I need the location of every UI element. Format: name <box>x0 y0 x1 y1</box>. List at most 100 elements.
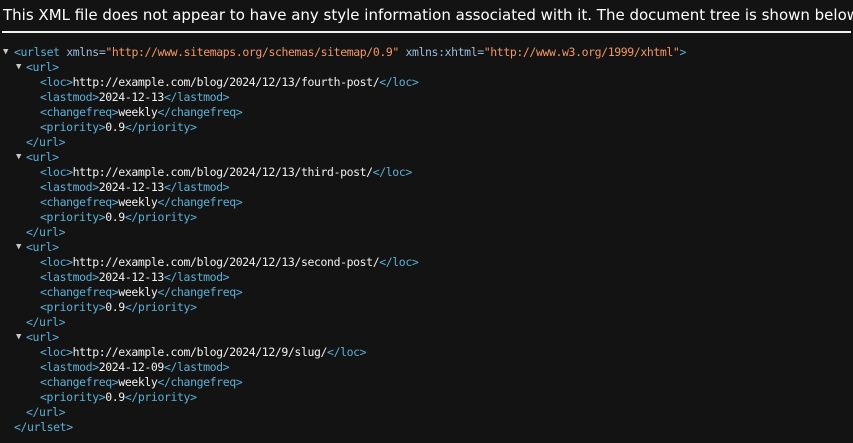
url-entries: ▼ <url> <loc>http://example.com/blog/2024… <box>0 60 853 420</box>
url-open-tag: <url> <box>26 330 59 344</box>
lastmod-value: 2024-12-13 <box>98 270 165 284</box>
changefreq-close-tag: </changefreq> <box>157 285 243 299</box>
collapse-toggle-icon[interactable]: ▼ <box>16 60 26 75</box>
loc-value: http://example.com/blog/2024/12/13/third… <box>72 165 373 179</box>
url-close-line: </url> <box>0 315 853 330</box>
loc-close-tag: </loc> <box>379 75 419 89</box>
loc-open-tag: <loc> <box>40 255 73 269</box>
changefreq-open-tag: <changefreq> <box>40 375 119 389</box>
url-close-tag: </url> <box>26 225 66 239</box>
changefreq-line: <changefreq>weekly</changefreq> <box>0 105 853 120</box>
priority-value: 0.9 <box>105 390 125 404</box>
url-open-tag: <url> <box>26 150 59 164</box>
url-entry: ▼ <url> <loc>http://example.com/blog/2024… <box>0 240 853 330</box>
url-open-line: ▼ <url> <box>0 330 853 345</box>
lastmod-value: 2024-12-09 <box>98 360 165 374</box>
priority-line: <priority>0.9</priority> <box>0 390 853 405</box>
url-entry: ▼ <url> <loc>http://example.com/blog/2024… <box>0 330 853 420</box>
xmlns-xhtml-attr-name: xmlns:xhtml= <box>405 45 484 59</box>
loc-value: http://example.com/blog/2024/12/9/slug/ <box>72 345 328 359</box>
priority-open-tag: <priority> <box>40 120 106 134</box>
changefreq-close-tag: </changefreq> <box>157 105 243 119</box>
changefreq-value: weekly <box>118 195 158 209</box>
changefreq-value: weekly <box>118 375 158 389</box>
loc-open-tag: <loc> <box>40 345 73 359</box>
collapse-toggle-icon[interactable]: ▼ <box>16 240 26 255</box>
url-entry: ▼ <url> <loc>http://example.com/blog/2024… <box>0 150 853 240</box>
collapse-toggle-icon[interactable]: ▼ <box>3 45 13 60</box>
loc-line: <loc>http://example.com/blog/2024/12/9/s… <box>0 345 853 360</box>
changefreq-close-tag: </changefreq> <box>157 195 243 209</box>
priority-close-tag: </priority> <box>124 390 197 404</box>
url-open-line: ▼ <url> <box>0 60 853 75</box>
url-close-tag: </url> <box>26 135 66 149</box>
priority-value: 0.9 <box>105 300 125 314</box>
lastmod-line: <lastmod>2024-12-13</lastmod> <box>0 90 853 105</box>
priority-line: <priority>0.9</priority> <box>0 120 853 135</box>
url-open-tag: <url> <box>26 240 59 254</box>
priority-close-tag: </priority> <box>124 210 197 224</box>
changefreq-open-tag: <changefreq> <box>40 285 119 299</box>
lastmod-close-tag: </lastmod> <box>163 270 230 284</box>
changefreq-value: weekly <box>118 105 158 119</box>
url-open-tag: <url> <box>26 60 59 74</box>
lastmod-line: <lastmod>2024-12-09</lastmod> <box>0 360 853 375</box>
lastmod-open-tag: <lastmod> <box>40 270 99 284</box>
lastmod-close-tag: </lastmod> <box>163 360 230 374</box>
priority-line: <priority>0.9</priority> <box>0 300 853 315</box>
urlset-open-line: ▼ <urlset xmlns="http://www.sitemaps.org/… <box>0 45 853 60</box>
changefreq-open-tag: <changefreq> <box>40 105 119 119</box>
priority-open-tag: <priority> <box>40 210 106 224</box>
changefreq-line: <changefreq>weekly</changefreq> <box>0 375 853 390</box>
loc-close-tag: </loc> <box>379 255 419 269</box>
xml-document-tree: ▼ <urlset xmlns="http://www.sitemaps.org/… <box>0 45 853 435</box>
urlset-open-tag: <urlset <box>14 45 60 59</box>
url-close-line: </url> <box>0 405 853 420</box>
loc-line: <loc>http://example.com/blog/2024/12/13/… <box>0 75 853 90</box>
xml-style-notice: This XML file does not appear to have an… <box>3 6 853 24</box>
priority-close-tag: </priority> <box>124 300 197 314</box>
lastmod-open-tag: <lastmod> <box>40 180 99 194</box>
xmlns-attr-value: "http://www.sitemaps.org/schemas/sitemap… <box>105 45 399 59</box>
lastmod-value: 2024-12-13 <box>98 180 165 194</box>
url-entry: ▼ <url> <loc>http://example.com/blog/2024… <box>0 60 853 150</box>
lastmod-line: <lastmod>2024-12-13</lastmod> <box>0 270 853 285</box>
lastmod-open-tag: <lastmod> <box>40 360 99 374</box>
loc-close-tag: </loc> <box>327 345 367 359</box>
xmlns-attr-name: xmlns= <box>66 45 106 59</box>
url-close-line: </url> <box>0 225 853 240</box>
lastmod-line: <lastmod>2024-12-13</lastmod> <box>0 180 853 195</box>
loc-value: http://example.com/blog/2024/12/13/fourt… <box>72 75 380 89</box>
changefreq-close-tag: </changefreq> <box>157 375 243 389</box>
lastmod-open-tag: <lastmod> <box>40 90 99 104</box>
loc-value: http://example.com/blog/2024/12/13/secon… <box>72 255 380 269</box>
urlset-close-tag: </urlset> <box>14 420 73 434</box>
lastmod-value: 2024-12-13 <box>98 90 165 104</box>
lastmod-close-tag: </lastmod> <box>163 90 230 104</box>
priority-value: 0.9 <box>105 210 125 224</box>
url-close-line: </url> <box>0 135 853 150</box>
url-open-line: ▼ <url> <box>0 240 853 255</box>
collapse-toggle-icon[interactable]: ▼ <box>16 150 26 165</box>
notice-divider <box>2 31 851 33</box>
urlset-close-line: </urlset> <box>0 420 853 435</box>
loc-open-tag: <loc> <box>40 165 73 179</box>
url-close-tag: </url> <box>26 315 66 329</box>
collapse-toggle-icon[interactable]: ▼ <box>16 330 26 345</box>
priority-line: <priority>0.9</priority> <box>0 210 853 225</box>
priority-open-tag: <priority> <box>40 300 106 314</box>
loc-close-tag: </loc> <box>372 165 413 179</box>
priority-value: 0.9 <box>105 120 125 134</box>
changefreq-line: <changefreq>weekly</changefreq> <box>0 195 853 210</box>
loc-open-tag: <loc> <box>40 75 73 89</box>
urlset-open-tag-end: > <box>679 45 686 59</box>
changefreq-line: <changefreq>weekly</changefreq> <box>0 285 853 300</box>
loc-line: <loc>http://example.com/blog/2024/12/13/… <box>0 165 853 180</box>
xmlns-xhtml-attr-value: "http://www.w3.org/1999/xhtml" <box>483 45 680 59</box>
loc-line: <loc>http://example.com/blog/2024/12/13/… <box>0 255 853 270</box>
changefreq-value: weekly <box>118 285 158 299</box>
changefreq-open-tag: <changefreq> <box>40 195 119 209</box>
url-close-tag: </url> <box>26 405 66 419</box>
url-open-line: ▼ <url> <box>0 150 853 165</box>
priority-close-tag: </priority> <box>124 120 197 134</box>
